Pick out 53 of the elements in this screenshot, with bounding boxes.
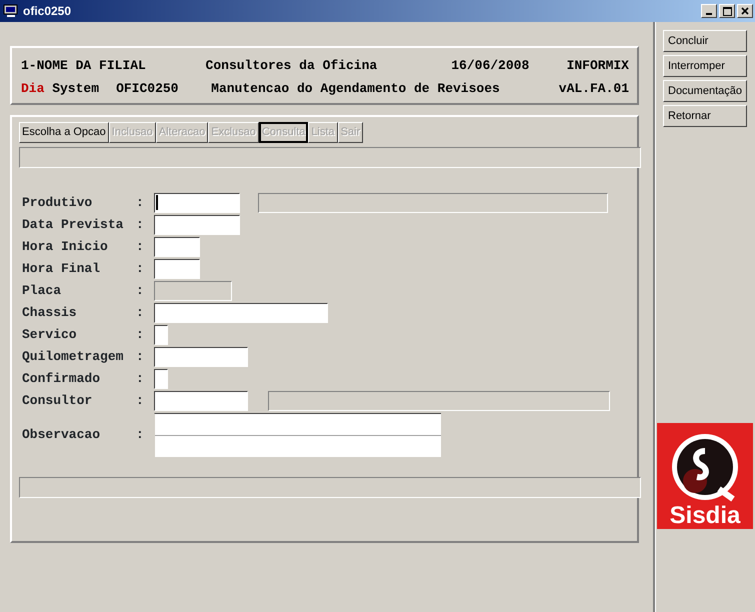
system-name: Dia System: [21, 81, 100, 96]
version-text: vAL.FA.01: [558, 81, 629, 96]
separator-text: :: [136, 238, 145, 256]
app-icon: [3, 4, 19, 18]
field-label: Hora Final: [22, 260, 102, 278]
screen-title: Manutencao do Agendamento de Revisoes: [211, 81, 501, 96]
maximize-button[interactable]: [719, 4, 735, 18]
side-button[interactable]: Retornar: [663, 105, 747, 127]
separator-text: :: [136, 282, 145, 300]
date-text: 16/06/2008: [451, 58, 530, 73]
field-label: Quilometragem: [22, 348, 124, 366]
separator-text: :: [136, 392, 145, 410]
field-label: Consultor: [22, 392, 94, 410]
database-name: INFORMIX: [566, 58, 629, 73]
input-field[interactable]: [154, 237, 200, 257]
separator-text: :: [136, 194, 145, 212]
minimize-button[interactable]: [701, 4, 717, 18]
input-field[interactable]: [154, 193, 240, 213]
input-field[interactable]: [154, 391, 248, 411]
flag-field[interactable]: [154, 369, 168, 389]
side-button[interactable]: Interromper: [663, 55, 747, 77]
separator-text: :: [136, 216, 145, 234]
separator-text: :: [136, 326, 145, 344]
module-name: Consultores da Oficina: [206, 58, 378, 73]
branch-name: 1-NOME DA FILIAL: [21, 58, 147, 73]
flag-field[interactable]: [154, 325, 168, 345]
company-logo: Sisdia: [657, 423, 753, 529]
field-label: Confirmado: [22, 370, 102, 388]
separator-text: :: [136, 304, 145, 322]
close-icon: [741, 7, 749, 15]
field-label: Data Prevista: [22, 216, 124, 234]
field-label: Hora Inicio: [22, 238, 109, 256]
side-button[interactable]: Documentação: [663, 80, 747, 102]
field-label: Produtivo: [22, 194, 94, 212]
program-code: OFIC0250: [116, 81, 180, 96]
field-label: Observacao: [22, 426, 102, 444]
field-label: Servico: [22, 326, 78, 344]
separator-text: :: [136, 370, 145, 388]
maximize-icon: [722, 6, 732, 16]
close-button[interactable]: [737, 4, 753, 18]
window-title: ofic0250: [23, 4, 72, 18]
field-label: Placa: [22, 282, 62, 300]
input-field[interactable]: [154, 347, 248, 367]
menu-button[interactable]: Escolha a Opcao: [19, 122, 109, 143]
separator-text: :: [136, 348, 145, 366]
input-field[interactable]: [154, 215, 240, 235]
separator-text: :: [136, 426, 145, 444]
side-button[interactable]: Concluir: [663, 30, 747, 52]
input-field[interactable]: [154, 303, 328, 323]
separator-text: :: [136, 260, 145, 278]
field-label: Chassis: [22, 304, 78, 322]
input-field[interactable]: [154, 259, 200, 279]
memo-field[interactable]: [154, 413, 441, 457]
